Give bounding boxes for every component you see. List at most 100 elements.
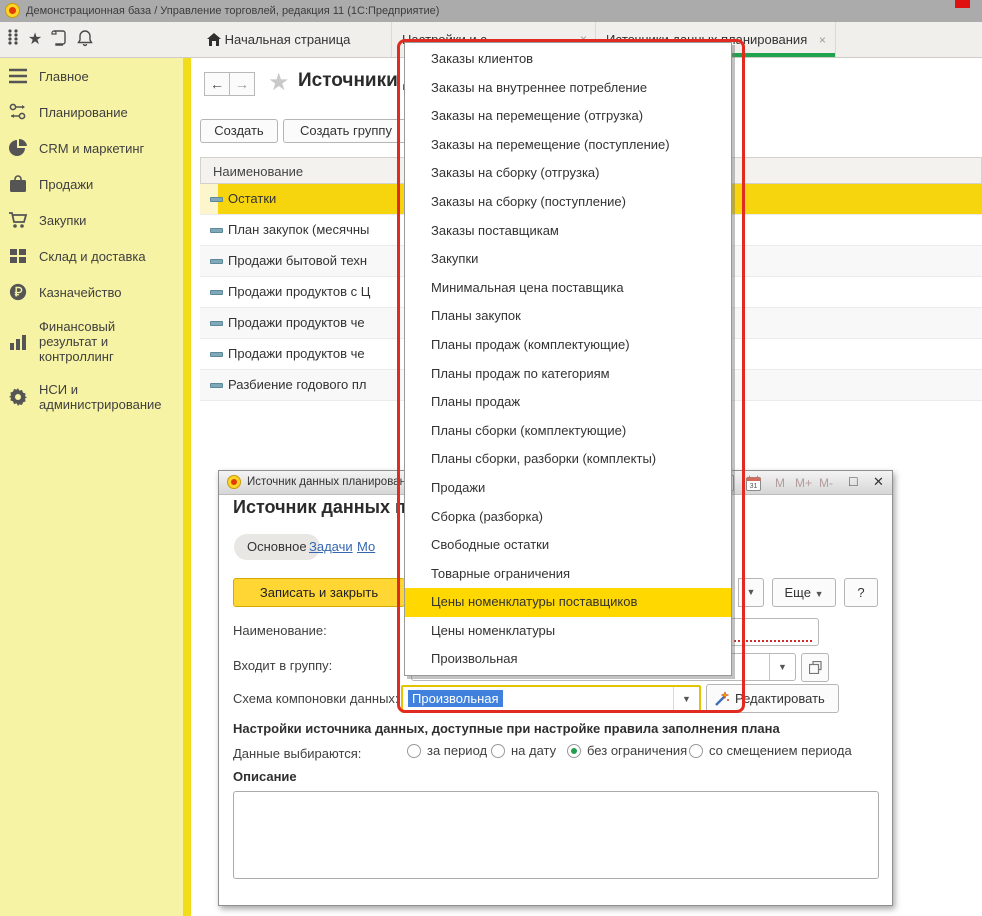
dash-icon (210, 228, 223, 233)
dropdown-item[interactable]: Планы продаж (комплектующие) (405, 331, 731, 360)
edit-button[interactable]: Редактировать (706, 684, 839, 713)
dropdown-item-highlighted[interactable]: Цены номенклатуры поставщиков (405, 588, 731, 617)
radio-icon (407, 744, 421, 758)
description-textarea[interactable] (233, 791, 879, 879)
chevron-down-icon[interactable]: ▼ (769, 654, 795, 680)
dialog-tab-tasks[interactable]: Задачи (309, 539, 353, 554)
radio-no-limit[interactable]: без ограничения (567, 743, 687, 758)
description-label: Описание (233, 769, 297, 784)
sidebar-item-treasury[interactable]: Казначейство (0, 274, 183, 310)
tiles-icon[interactable] (3, 29, 25, 51)
radio-date[interactable]: на дату (491, 743, 556, 758)
planning-icon (8, 103, 28, 121)
memory-plus-button[interactable]: M+ (795, 475, 812, 491)
dropdown-item[interactable]: Товарные ограничения (405, 560, 731, 589)
dropdown-item[interactable]: Заказы на перемещение (отгрузка) (405, 102, 731, 131)
dropdown-item[interactable]: Планы продаж (405, 388, 731, 417)
sidebar-item-purchases[interactable]: Закупки (0, 202, 183, 238)
window-close-button[interactable] (955, 0, 970, 8)
schema-value: Произвольная (408, 690, 503, 707)
sidebar-item-sales[interactable]: Продажи (0, 166, 183, 202)
settings-heading: Настройки источника данных, доступные пр… (233, 721, 780, 736)
menu-icon (8, 67, 28, 85)
bar-chart-icon (8, 333, 28, 351)
tab-home[interactable]: Начальная страница (197, 22, 392, 57)
radio-selected-icon (567, 744, 581, 758)
dropdown-item[interactable]: Сборка (разборка) (405, 503, 731, 532)
open-group-button[interactable] (801, 653, 829, 682)
sidebar-item-crm[interactable]: CRM и маркетинг (0, 130, 183, 166)
dropdown-item[interactable]: Произвольная (405, 645, 731, 674)
data-select-row: Данные выбираются: за период на дату без… (219, 743, 892, 765)
data-select-label: Данные выбираются: (233, 746, 361, 761)
close-icon[interactable]: ✕ (873, 474, 884, 490)
create-button[interactable]: Создать (200, 119, 278, 143)
dropdown-item[interactable]: Цены номенклатуры (405, 617, 731, 646)
sidebar-item-planning[interactable]: Планирование (0, 94, 183, 130)
gear-icon (8, 387, 28, 407)
dialog-tab-main[interactable]: Основное (234, 534, 320, 560)
memory-minus-button[interactable]: M- (819, 475, 833, 491)
name-label: Наименование: (233, 623, 327, 638)
home-icon (207, 33, 221, 46)
bag-icon (8, 175, 28, 193)
dropdown-item[interactable]: Заказы клиентов (405, 45, 731, 74)
more-button[interactable]: Еще ▼ (772, 578, 836, 607)
forward-button[interactable]: → (229, 72, 255, 96)
radio-icon (689, 744, 703, 758)
schema-combo[interactable]: Произвольная ▼ (401, 685, 701, 713)
radio-icon (491, 744, 505, 758)
save-close-button[interactable]: Записать и закрыть (233, 578, 405, 607)
dropdown-item[interactable]: Планы закупок (405, 302, 731, 331)
maximize-icon[interactable]: □ (849, 473, 857, 489)
close-icon[interactable]: × (819, 33, 826, 47)
dash-icon (210, 197, 223, 202)
open-icon (809, 661, 822, 674)
star-icon[interactable]: ★ (24, 29, 46, 51)
favorite-star-icon[interactable]: ★ (268, 68, 290, 97)
sidebar-splitter[interactable] (183, 58, 191, 916)
dropdown-item[interactable]: Заказы на сборку (поступление) (405, 188, 731, 217)
schema-label: Схема компоновки данных: (233, 691, 399, 706)
dash-icon (210, 352, 223, 357)
sidebar-item-main[interactable]: Главное (0, 58, 183, 94)
dash-icon (210, 259, 223, 264)
create-group-button[interactable]: Создать группу (283, 119, 409, 143)
memory-button[interactable]: M (775, 475, 785, 491)
magic-wand-icon (713, 691, 730, 708)
radio-period[interactable]: за период (407, 743, 487, 758)
dropdown-item[interactable]: Заказы на перемещение (поступление) (405, 131, 731, 160)
dropdown-item[interactable]: Заказы на сборку (отгрузка) (405, 159, 731, 188)
history-icon[interactable] (48, 29, 70, 51)
svg-text:31: 31 (750, 483, 758, 490)
sidebar-item-warehouse[interactable]: Склад и доставка (0, 238, 183, 274)
dropdown-item[interactable]: Планы сборки (комплектующие) (405, 417, 731, 446)
dropdown-item[interactable]: Заказы на внутреннее потребление (405, 74, 731, 103)
chevron-down-icon[interactable]: ▼ (673, 687, 699, 711)
application-window: Демонстрационная база / Управление торго… (0, 0, 982, 916)
back-button[interactable]: ← (204, 72, 230, 96)
dash-icon (210, 290, 223, 295)
dropdown-item[interactable]: Планы продаж по категориям (405, 360, 731, 389)
dropdown-item[interactable]: Планы сборки, разборки (комплекты) (405, 445, 731, 474)
sidebar-item-finance[interactable]: Финансовый результат и контроллинг (0, 310, 183, 373)
dash-icon (210, 383, 223, 388)
bell-icon[interactable] (74, 29, 96, 51)
help-button[interactable]: ? (844, 578, 878, 607)
cart-icon (8, 211, 28, 229)
chevron-down-icon: ▼ (815, 589, 824, 599)
radio-period-shift[interactable]: со смещением периода (689, 743, 852, 758)
dropdown-item[interactable]: Минимальная цена поставщика (405, 274, 731, 303)
calendar-icon[interactable]: 31 (746, 475, 761, 495)
pie-chart-icon (8, 139, 28, 157)
dialog-title: Источник данных планирования (247, 471, 419, 494)
sidebar: Главное Планирование CRM и маркетинг Про… (0, 58, 183, 916)
dropdown-item[interactable]: Закупки (405, 245, 731, 274)
dash-icon (210, 321, 223, 326)
dialog-tab-more[interactable]: Мо (357, 539, 375, 554)
split-arrow-button[interactable]: ▼ (738, 578, 764, 607)
dropdown-item[interactable]: Заказы поставщикам (405, 217, 731, 246)
dropdown-item[interactable]: Продажи (405, 474, 731, 503)
sidebar-item-nsi[interactable]: НСИ и администрирование (0, 373, 183, 421)
dropdown-item[interactable]: Свободные остатки (405, 531, 731, 560)
